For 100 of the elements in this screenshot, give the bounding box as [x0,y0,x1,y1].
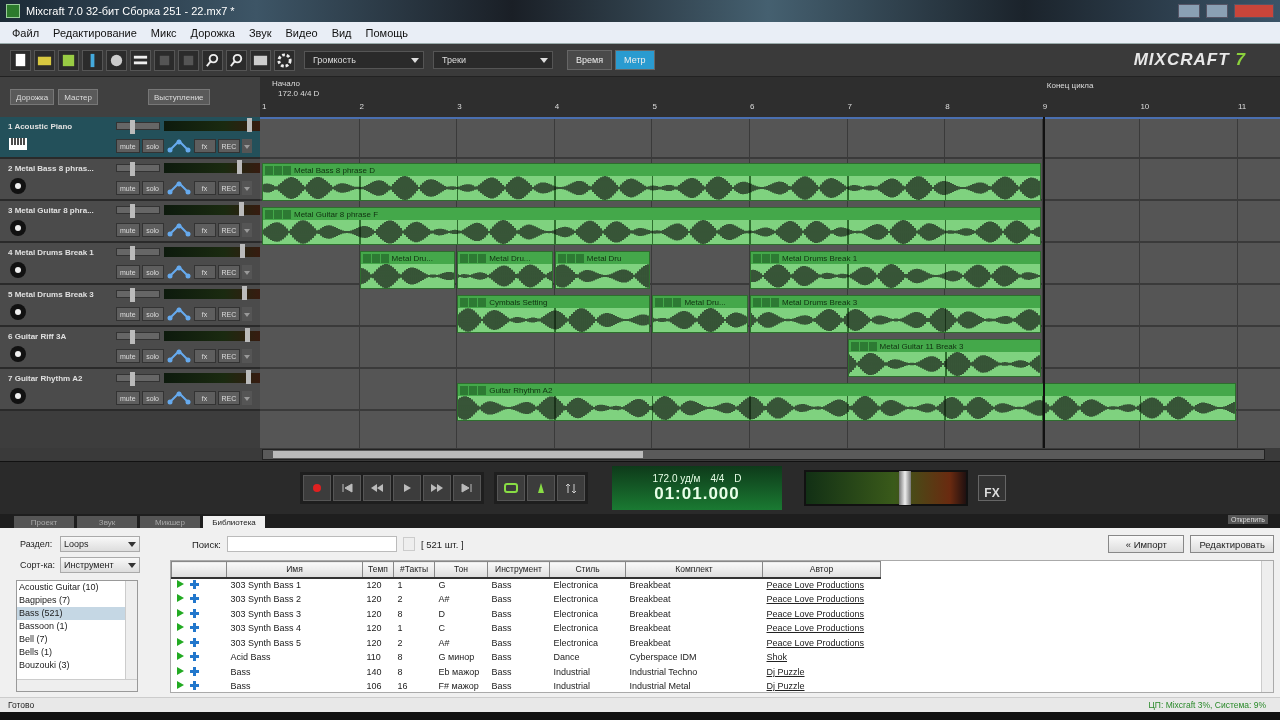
menu-item[interactable]: Редактирование [53,26,137,39]
performance-button[interactable]: Выступление [147,89,210,105]
category-item[interactable]: Bassoon (1) [17,620,125,633]
play-add-icon[interactable] [175,579,202,590]
author-link[interactable]: Peace Love Productions [762,592,881,607]
column-header[interactable]: Инструмент [487,561,550,578]
vertical-scrollbar[interactable] [1261,561,1273,692]
dropdown[interactable]: Треки [433,51,553,69]
author-link[interactable]: Peace Love Productions [762,577,881,592]
skip-back-button[interactable] [333,475,361,501]
automation-icon[interactable] [165,264,192,280]
zoom-out-button[interactable] [226,49,247,71]
import-button[interactable]: « Импорт [1108,535,1185,553]
skip-forward-button[interactable] [453,475,481,501]
horizontal-scrollbar[interactable] [262,449,1265,460]
vertical-scrollbar[interactable] [125,581,137,679]
menu-item[interactable]: Звук [248,26,272,39]
dropdown-icon[interactable] [242,391,253,405]
menu-item[interactable]: Дорожка [190,26,235,39]
audio-clip[interactable]: Metal Dru... [359,251,456,289]
fast-forward-button[interactable] [423,475,451,501]
save-button[interactable] [58,49,79,71]
automation-icon[interactable] [165,306,192,322]
play-button[interactable] [393,475,421,501]
loop-button[interactable] [497,475,525,501]
audio-clip[interactable]: Metal Guitar 8 phrase F [262,207,1041,245]
play-add-icon[interactable] [175,622,202,633]
author-link[interactable]: Dj Puzzle [762,664,881,679]
dropdown-icon[interactable] [242,349,253,363]
author-link[interactable]: Peace Love Productions [762,621,881,636]
dropdown-icon[interactable] [242,223,253,237]
category-item[interactable]: Bells (1) [17,646,125,659]
dropdown-icon[interactable] [242,265,253,279]
panel-tab[interactable]: Библиотека [203,516,265,528]
dropdown-icon[interactable] [242,307,253,321]
zoom-in-button[interactable] [202,49,223,71]
maximize-button[interactable] [1206,4,1228,18]
audio-clip[interactable]: Metal Drums Break 3 [750,295,1041,333]
column-header[interactable]: Темп [362,561,394,578]
metronome-button[interactable] [527,475,555,501]
menu-item[interactable]: Помощь [365,26,409,39]
rewind-button[interactable] [363,475,391,501]
automation-icon[interactable] [165,348,192,364]
play-add-icon[interactable] [175,607,202,618]
author-link[interactable]: Shok [762,650,881,665]
edit-button[interactable]: Редактировать [1190,535,1274,553]
search-field[interactable] [226,536,397,552]
column-header[interactable]: Стиль [549,561,626,578]
master-button[interactable]: Мастер [58,89,98,105]
audio-clip[interactable]: Metal Dru... [652,295,748,333]
play-add-icon[interactable] [175,593,202,604]
clip-title: Metal Dru... [489,253,531,263]
audio-clip[interactable]: Metal Bass 8 phrase D [262,163,1041,201]
automation-icon[interactable] [165,390,192,406]
audio-clip[interactable]: Metal Dru [554,251,651,289]
document-button[interactable] [10,49,31,71]
play-add-icon[interactable] [175,636,202,647]
dropdown-icon[interactable] [242,181,253,195]
section-dropdown[interactable]: Loops [60,536,140,552]
master-volume-slider[interactable] [804,470,968,506]
arm-button[interactable] [557,475,585,501]
fx-button[interactable]: FX [978,475,1006,501]
column-header[interactable]: Тон [434,561,488,578]
category-item[interactable]: Bass (521) [17,607,125,620]
author-link[interactable]: Dj Puzzle [762,679,881,692]
author-link[interactable]: Peace Love Productions [762,606,881,621]
column-header[interactable]: Автор [762,561,881,578]
audio-clip[interactable]: Cymbals Setting [457,295,651,333]
menu-item[interactable]: Видео [285,26,318,39]
audio-clip[interactable]: Metal Guitar 11 Break 3 [847,339,1041,377]
category-item[interactable]: Bagpipes (7) [17,594,125,607]
sort-dropdown[interactable]: Инструмент [60,557,140,573]
column-header[interactable]: Комплект [625,561,763,578]
menu-item[interactable]: Микс [150,26,177,39]
dropdown-icon[interactable] [242,139,253,153]
category-item[interactable]: Acoustic Guitar (10) [17,581,125,594]
play-add-icon[interactable] [175,651,202,662]
folder-button[interactable] [34,49,55,71]
automation-icon[interactable] [165,138,192,154]
automation-icon[interactable] [165,180,192,196]
timeline-ruler[interactable]: Начало 172.0 4/4 D 1 2 3 4 5 6 7 8 9 10 11 Конец цикла [260,77,1280,117]
play-add-icon[interactable] [175,680,202,691]
play-add-icon[interactable] [175,665,202,676]
audio-clip[interactable]: Metal Dru... [457,251,553,289]
author-link[interactable]: Peace Love Productions [762,635,881,650]
automation-icon[interactable] [165,222,192,238]
category-item[interactable]: Bell (7) [17,633,125,646]
clip-controls-icon [460,297,487,307]
view-tab[interactable]: Время [567,50,613,70]
menu-item[interactable]: Файл [12,26,40,39]
menu-item[interactable]: Вид [331,26,352,39]
dropdown[interactable]: Громкость [304,51,424,69]
minimize-button[interactable] [1178,4,1200,18]
track-menu-button[interactable]: Дорожка [10,89,55,105]
settings-button[interactable] [274,49,295,71]
audio-clip[interactable]: Metal Drums Break 1 [750,251,1041,289]
audio-clip[interactable]: Guitar Rhythm A2 [457,383,1236,421]
category-item[interactable]: Bouzouki (3) [17,659,125,672]
column-header[interactable]: Имя [226,561,363,578]
column-header[interactable]: #Такты [393,561,435,578]
